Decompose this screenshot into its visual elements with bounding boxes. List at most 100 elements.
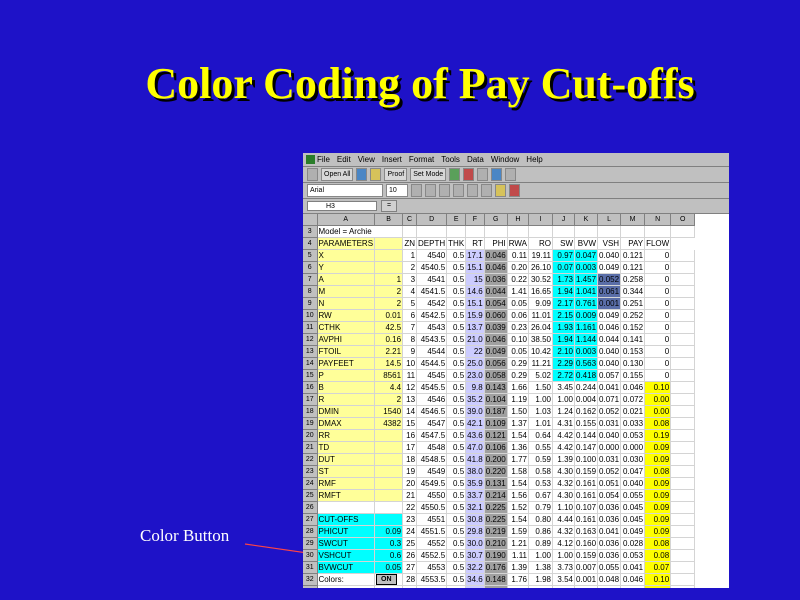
cell[interactable]: 0.107 <box>574 501 599 514</box>
cell[interactable]: 0.009 <box>574 309 599 322</box>
cell[interactable]: 0.5 <box>446 453 467 466</box>
cell[interactable]: 0.5 <box>446 405 467 418</box>
cell[interactable]: 22 <box>402 501 418 514</box>
cell[interactable]: B <box>317 381 376 394</box>
cell[interactable] <box>670 477 696 490</box>
cell[interactable]: 1.76 <box>507 573 530 586</box>
cell[interactable]: 0.23 <box>507 321 530 334</box>
cell[interactable]: 0 <box>644 357 672 370</box>
cell[interactable]: 16.65 <box>528 285 553 298</box>
cell[interactable]: 4540.5 <box>416 261 448 274</box>
bold-icon[interactable] <box>411 184 422 197</box>
cell[interactable]: 2 <box>402 261 418 274</box>
cell[interactable]: 0.000 <box>597 441 622 454</box>
cell[interactable] <box>670 489 696 502</box>
row-header[interactable]: 31 <box>303 561 318 574</box>
cell[interactable]: 7 <box>402 321 418 334</box>
cell[interactable]: 1 <box>402 249 418 262</box>
cell[interactable]: 0.100 <box>574 453 599 466</box>
cell[interactable]: 1.10 <box>552 501 575 514</box>
cell[interactable] <box>374 453 404 466</box>
cell[interactable]: 4544 <box>416 345 448 358</box>
cell[interactable]: 0.155 <box>574 417 599 430</box>
cell[interactable] <box>670 417 696 430</box>
cell[interactable]: 29.8 <box>465 525 485 538</box>
cell[interactable]: 2 <box>374 297 404 310</box>
cell[interactable]: 0.046 <box>484 249 508 262</box>
cell[interactable]: 1.56 <box>507 489 530 502</box>
cell[interactable]: 0.29 <box>507 369 530 382</box>
cell[interactable]: RT <box>465 237 485 250</box>
cell[interactable]: 2.72 <box>552 369 575 382</box>
cell[interactable]: 0.80 <box>528 513 553 526</box>
cell[interactable] <box>374 441 404 454</box>
cell[interactable]: 0.161 <box>574 513 599 526</box>
cell[interactable]: 0.10 <box>644 573 672 586</box>
cell[interactable]: 0.5 <box>446 345 467 358</box>
cell[interactable] <box>670 513 696 526</box>
cell[interactable]: 4543.5 <box>416 333 448 346</box>
cell[interactable]: 4547 <box>416 417 448 430</box>
cell[interactable]: 0.200 <box>484 453 508 466</box>
cell[interactable]: 6 <box>402 309 418 322</box>
cell[interactable]: 3.73 <box>552 561 575 574</box>
cell[interactable]: 0.121 <box>620 249 646 262</box>
cell[interactable] <box>670 261 696 274</box>
cell[interactable] <box>670 393 696 406</box>
cell[interactable]: 0.09 <box>644 441 672 454</box>
cell[interactable]: 1.94 <box>552 333 575 346</box>
cell[interactable]: 1.98 <box>528 573 553 586</box>
cell[interactable]: 2 <box>374 393 404 406</box>
cell[interactable]: 0.210 <box>484 537 508 550</box>
cell[interactable] <box>670 429 696 442</box>
align-center-icon[interactable] <box>467 184 478 197</box>
cell[interactable]: 10 <box>402 357 418 370</box>
cell[interactable]: 26.04 <box>528 321 553 334</box>
menu-window[interactable]: Window <box>491 155 519 164</box>
cell[interactable]: THK <box>446 237 467 250</box>
cell[interactable]: 4382 <box>374 417 404 430</box>
cell[interactable]: 1.52 <box>507 501 530 514</box>
cell[interactable]: 0.08 <box>644 417 672 430</box>
cell[interactable]: 2.10 <box>552 345 575 358</box>
cell[interactable]: 0.55 <box>528 441 553 454</box>
cell[interactable]: 21.0 <box>465 333 485 346</box>
cell[interactable]: 0.049 <box>597 309 622 322</box>
cell[interactable] <box>374 477 404 490</box>
cell[interactable]: 1.54 <box>507 429 530 442</box>
row-header[interactable]: 28 <box>303 525 318 538</box>
row-header[interactable]: 13 <box>303 345 318 358</box>
cell[interactable]: 1.50 <box>507 405 530 418</box>
cell[interactable]: 4550.5 <box>416 501 448 514</box>
cell[interactable]: 23.0 <box>465 369 485 382</box>
cell[interactable]: DMIN <box>317 405 376 418</box>
cell[interactable] <box>670 525 696 538</box>
cell[interactable]: 0.039 <box>484 321 508 334</box>
cell[interactable]: 0.060 <box>484 309 508 322</box>
color-on-button[interactable]: ON <box>376 574 397 585</box>
cell[interactable]: 0.046 <box>484 261 508 274</box>
cell[interactable]: 0.258 <box>620 273 646 286</box>
cell[interactable]: 0.040 <box>597 357 622 370</box>
cell[interactable]: 0.190 <box>484 549 508 562</box>
cell[interactable]: 1.21 <box>507 537 530 550</box>
name-box[interactable]: H3 <box>307 201 377 211</box>
cell[interactable]: 0.160 <box>574 537 599 550</box>
cell[interactable]: 13 <box>402 393 418 406</box>
cell[interactable]: 15.9 <box>465 309 485 322</box>
cell[interactable]: 4.30 <box>552 465 575 478</box>
cell[interactable]: DMAX <box>317 417 376 430</box>
cell[interactable]: 0.054 <box>597 489 622 502</box>
cell[interactable]: 21 <box>402 489 418 502</box>
cell[interactable]: 0.5 <box>446 465 467 478</box>
cell[interactable]: 0.5 <box>446 489 467 502</box>
cell[interactable]: 1.41 <box>507 285 530 298</box>
cell[interactable]: SWCUT <box>317 537 376 550</box>
cell[interactable]: 0.252 <box>620 309 646 322</box>
color-icon[interactable] <box>463 168 475 181</box>
cell[interactable] <box>670 297 696 310</box>
cell[interactable]: 27 <box>402 561 418 574</box>
cell[interactable]: 0.162 <box>574 405 599 418</box>
cell[interactable]: 4553 <box>416 561 448 574</box>
cell[interactable]: 0.16 <box>374 333 404 346</box>
